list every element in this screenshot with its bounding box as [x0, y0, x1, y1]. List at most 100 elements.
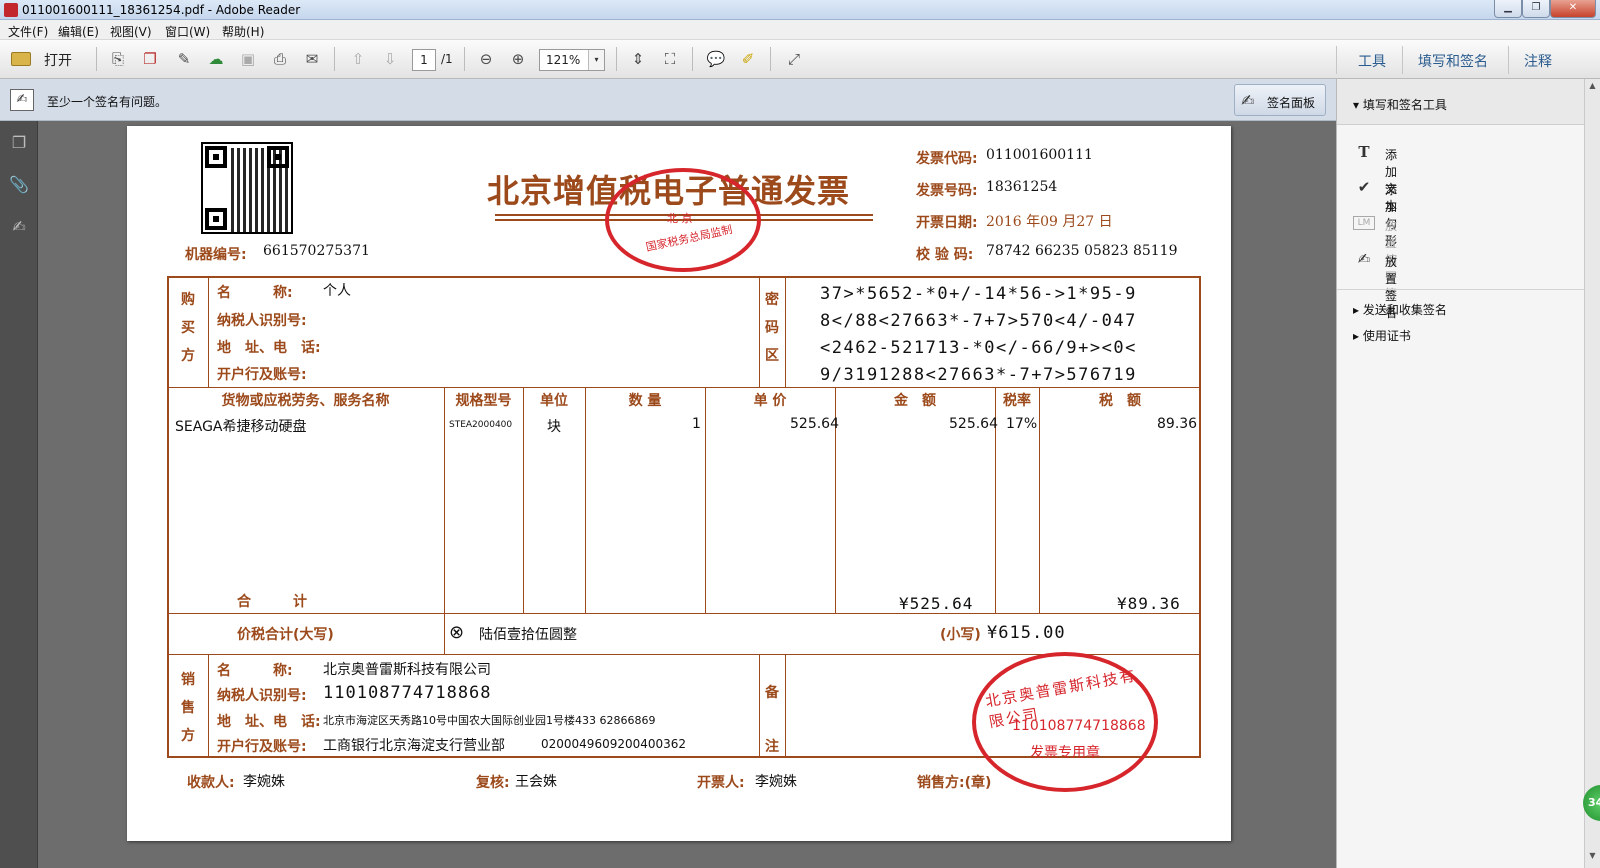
toolbar-separator — [334, 47, 335, 71]
minimize-button[interactable]: ▁ — [1494, 0, 1522, 18]
buyer-tax-id-label: 纳税人识别号: — [217, 313, 307, 329]
combine-icon[interactable]: ❐ — [138, 48, 162, 70]
seller-bank: 工商银行北京海淀支行营业部 — [323, 738, 505, 754]
cipher-area-label: 密码区 — [765, 292, 779, 364]
grand-total-words: 陆佰壹拾伍圆整 — [479, 627, 577, 643]
toolbar-separator — [464, 47, 465, 71]
seller-address-label: 地 址、电 话: — [217, 714, 321, 730]
comment-icon[interactable]: 💬 — [704, 48, 728, 70]
zoom-value: 121% — [546, 53, 581, 67]
item-price: 525.64 — [790, 416, 839, 432]
maximize-button[interactable]: ❐ — [1522, 0, 1550, 18]
open-label: 打开 — [44, 53, 72, 69]
upload-cloud-icon[interactable]: ☁ — [204, 48, 228, 70]
cipher-line: 37>*5652-*0+/-14*56->1*95-9 — [820, 284, 1137, 304]
col-divider — [523, 387, 524, 613]
buyer-side-label: 购买方 — [181, 292, 195, 364]
payee: 李婉姝 — [243, 774, 285, 790]
menu-edit[interactable]: 编辑(E) — [58, 23, 99, 40]
send-collect-signatures-section[interactable]: ▸ 发送和收集签名 — [1353, 301, 1447, 318]
item-qty: 1 — [692, 416, 701, 432]
item-unit: 块 — [547, 419, 561, 435]
adobe-reader-window: { "window": { "title": "011001600111_183… — [0, 0, 1600, 868]
reviewer: 王会姝 — [515, 774, 557, 790]
highlight-icon[interactable]: ✐ — [736, 48, 760, 70]
fill-sign-tools-header[interactable]: ▾ 填写和签名工具 — [1353, 96, 1447, 113]
signatures-icon[interactable]: ✍ — [7, 215, 31, 239]
item-tax: 89.36 — [1157, 416, 1198, 432]
close-button[interactable]: ✕ — [1550, 0, 1596, 18]
use-certificate-section[interactable]: ▸ 使用证书 — [1353, 327, 1411, 344]
chevron-down-icon[interactable]: ▾ — [588, 50, 604, 70]
col-divider — [1039, 387, 1040, 613]
zoom-select[interactable]: 121% ▾ — [539, 49, 605, 71]
invoice-number: 18361254 — [986, 179, 1058, 195]
invoice-date-label: 开票日期: — [916, 215, 978, 231]
toolbar-separator — [96, 47, 97, 71]
tab-fill-sign[interactable]: 填写和签名 — [1418, 51, 1488, 71]
scroll-up-icon[interactable]: ▲ — [1587, 81, 1598, 90]
menu-help[interactable]: 帮助(H) — [222, 23, 264, 40]
item-amount: 525.64 — [949, 416, 998, 432]
cipher-line: 9/3191288<27663*-7+7>576719 — [820, 365, 1137, 385]
zoom-out-icon[interactable]: ⊖ — [474, 48, 498, 70]
next-page-icon[interactable]: ⇩ — [378, 48, 402, 70]
prev-page-icon[interactable]: ⇧ — [346, 48, 370, 70]
signature-warning-text: 至少一个签名有问题。 — [47, 95, 168, 109]
email-icon[interactable]: ✉ — [300, 48, 324, 70]
edit-icon[interactable]: ✎ — [172, 48, 196, 70]
seller-tax-id-label: 纳税人识别号: — [217, 688, 307, 704]
menu-view[interactable]: 视图(V) — [110, 23, 152, 40]
col-header-qty: 数 量 — [628, 393, 662, 409]
toolbar-separator — [1402, 46, 1403, 74]
cipher-line: 8</88<27663*-7+7>570<4/-047 — [820, 311, 1137, 331]
drawer: 李婉姝 — [755, 774, 797, 790]
pdf-app-icon — [4, 3, 18, 17]
col-divider — [705, 387, 706, 613]
menu-window[interactable]: 窗口(W) — [165, 23, 210, 40]
fullscreen-icon[interactable]: ⤢ — [782, 48, 806, 70]
text-icon: T — [1358, 143, 1370, 161]
seller-bank-account: 0200049609200400362 — [541, 737, 687, 751]
signature-pen-icon: ✍ — [1241, 91, 1255, 110]
signature-panel-label: 签名面板 — [1267, 96, 1316, 110]
tools-pane-scrollbar[interactable]: ▲ ▼ — [1584, 79, 1600, 868]
buyer-name: 个人 — [323, 283, 351, 299]
scroll-down-icon[interactable]: ▼ — [1587, 851, 1598, 860]
signature-message-bar: ✍ 至少一个签名有问题。 ✍ 签名面板 — [0, 79, 1336, 121]
row-divider — [167, 387, 1201, 388]
attachments-icon[interactable]: 📎 — [7, 173, 31, 197]
document-viewport[interactable]: 北京增值税电子普通发票 国家税务总局监制 北 京 发票代码: 011001600… — [38, 121, 1336, 868]
invoice-code-label: 发票代码: — [916, 151, 978, 167]
tab-comment[interactable]: 注释 — [1524, 51, 1552, 71]
fit-page-icon[interactable]: ⛶ — [658, 48, 682, 70]
open-button[interactable]: 打开 — [8, 48, 88, 70]
tab-tools[interactable]: 工具 — [1358, 51, 1386, 71]
seller-tax-id: 110108774718868 — [323, 683, 492, 703]
fit-width-icon[interactable]: ⇕ — [626, 48, 650, 70]
zoom-in-icon[interactable]: ⊕ — [506, 48, 530, 70]
toolbar-separator — [1336, 46, 1337, 74]
total-tax: ¥89.36 — [1117, 594, 1181, 613]
create-pdf-icon[interactable]: ⎘ — [106, 48, 130, 70]
signature-warning-icon: ✍ — [10, 89, 34, 111]
reviewer-label: 复核: — [476, 775, 510, 791]
page-thumbnails-icon[interactable]: ❐ — [7, 131, 31, 155]
col-header-unit: 单位 — [540, 393, 568, 409]
buyer-name-label: 名 称: — [217, 285, 293, 301]
seller-bank-label: 开户行及账号: — [217, 739, 307, 755]
col-divider — [759, 276, 760, 387]
print-icon[interactable]: ⎙ — [268, 48, 292, 70]
cross-circle-icon: ⊗ — [449, 622, 465, 643]
col-header-spec: 规格型号 — [455, 393, 512, 409]
buyer-address-label: 地 址、电 话: — [217, 340, 321, 356]
seller-seal-label: 销售方:(章) — [917, 775, 992, 791]
row-divider — [167, 613, 1201, 614]
menu-file[interactable]: 文件(F) — [8, 23, 48, 40]
signature-panel-button[interactable]: ✍ 签名面板 — [1234, 84, 1326, 116]
save-icon[interactable]: ▣ — [236, 48, 260, 70]
menu-bar: 文件(F) 编辑(E) 视图(V) 窗口(W) 帮助(H) — [0, 20, 1600, 40]
col-divider — [759, 654, 760, 758]
payee-label: 收款人: — [187, 775, 235, 791]
page-number-input[interactable]: 1 — [412, 49, 436, 71]
